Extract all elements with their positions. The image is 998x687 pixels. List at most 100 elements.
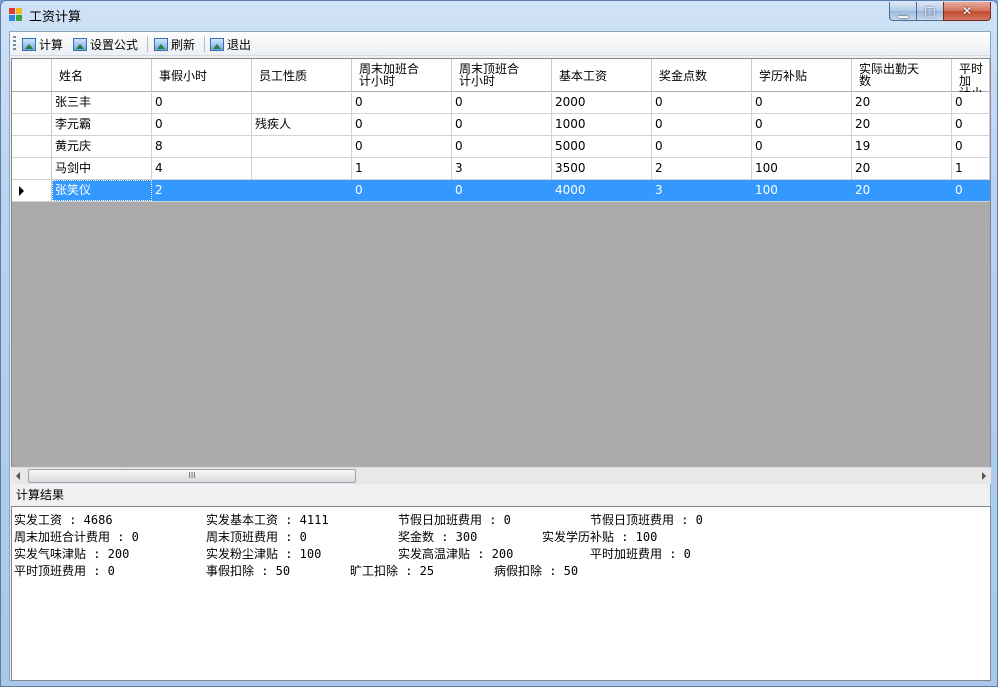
table-cell[interactable]: 0 bbox=[652, 114, 752, 135]
row-header[interactable] bbox=[12, 92, 52, 113]
client-area: 计算 设置公式 刷新 退出 姓名 事假小时 员工性质 周末加班合 计小时 周末顶班合 计… bbox=[9, 31, 991, 681]
current-row-arrow-icon bbox=[19, 186, 24, 196]
row-header[interactable] bbox=[12, 158, 52, 179]
table-cell[interactable]: 张笑仪 bbox=[52, 180, 152, 201]
table-cell[interactable]: 3500 bbox=[552, 158, 652, 179]
column-header[interactable]: 员工性质 bbox=[252, 59, 352, 92]
table-cell[interactable] bbox=[252, 136, 352, 157]
table-cell[interactable]: 0 bbox=[952, 92, 990, 113]
result-item: 实发学历补贴 : 100 bbox=[542, 530, 658, 544]
table-cell[interactable]: 1 bbox=[352, 158, 452, 179]
table-cell[interactable] bbox=[252, 158, 352, 179]
table-cell[interactable]: 0 bbox=[952, 114, 990, 135]
table-cell[interactable]: 2 bbox=[652, 158, 752, 179]
column-header[interactable]: 姓名 bbox=[52, 59, 152, 92]
table-cell[interactable]: 1 bbox=[952, 158, 990, 179]
table-cell[interactable]: 0 bbox=[652, 136, 752, 157]
table-cell[interactable]: 0 bbox=[152, 92, 252, 113]
table-cell[interactable]: 100 bbox=[752, 158, 852, 179]
table-cell[interactable]: 8 bbox=[152, 136, 252, 157]
row-header[interactable] bbox=[12, 114, 52, 135]
image-icon bbox=[210, 37, 224, 51]
horizontal-scrollbar[interactable]: III bbox=[11, 467, 991, 484]
table-row[interactable]: 李元霸 0 残疾人 0 0 1000 0 0 20 0 bbox=[12, 114, 990, 136]
table-cell[interactable]: 2 bbox=[152, 180, 252, 201]
table-row[interactable]: 张三丰 0 0 0 2000 0 0 20 0 bbox=[12, 92, 990, 114]
result-item: 奖金数 : 300 bbox=[398, 530, 478, 544]
result-item: 旷工扣除 : 25 bbox=[350, 564, 435, 578]
column-header[interactable]: 奖金点数 bbox=[652, 59, 752, 92]
exit-button[interactable]: 退出 bbox=[208, 34, 251, 54]
exit-label: 退出 bbox=[227, 37, 252, 52]
table-cell[interactable]: 0 bbox=[152, 114, 252, 135]
column-header[interactable]: 学历补贴 bbox=[752, 59, 852, 92]
calc-button[interactable]: 计算 bbox=[20, 34, 63, 54]
table-cell[interactable]: 3 bbox=[652, 180, 752, 201]
maximize-button[interactable]: □ bbox=[916, 2, 944, 21]
table-cell[interactable]: 残疾人 bbox=[252, 114, 352, 135]
toolbar-separator bbox=[147, 36, 148, 52]
table-cell[interactable]: 0 bbox=[652, 92, 752, 113]
table-cell[interactable]: 0 bbox=[452, 136, 552, 157]
table-cell[interactable]: 张三丰 bbox=[52, 92, 152, 113]
refresh-button[interactable]: 刷新 bbox=[152, 34, 195, 54]
table-cell[interactable]: 0 bbox=[452, 92, 552, 113]
table-cell[interactable]: 0 bbox=[352, 114, 452, 135]
table-row[interactable]: 黄元庆 8 0 0 5000 0 0 19 0 bbox=[12, 136, 990, 158]
grid-corner-header[interactable] bbox=[12, 59, 52, 91]
column-header[interactable]: 平时加 计小时 bbox=[952, 59, 990, 92]
set-formula-button[interactable]: 设置公式 bbox=[71, 34, 138, 54]
table-cell[interactable]: 0 bbox=[352, 92, 452, 113]
close-button[interactable]: ✕ bbox=[943, 2, 991, 21]
scroll-thumb[interactable]: III bbox=[28, 469, 356, 483]
table-cell[interactable]: 5000 bbox=[552, 136, 652, 157]
table-row[interactable]: 马剑中 4 1 3 3500 2 100 20 1 bbox=[12, 158, 990, 180]
table-row[interactable]: 张笑仪 2 0 0 4000 3 100 20 0 bbox=[12, 180, 990, 202]
result-item: 节假日加班费用 : 0 bbox=[398, 513, 511, 527]
table-cell[interactable]: 0 bbox=[452, 114, 552, 135]
table-cell[interactable]: 1000 bbox=[552, 114, 652, 135]
table-cell[interactable]: 2000 bbox=[552, 92, 652, 113]
table-cell[interactable]: 黄元庆 bbox=[52, 136, 152, 157]
table-cell[interactable]: 4 bbox=[152, 158, 252, 179]
table-cell[interactable]: 0 bbox=[352, 180, 452, 201]
column-header[interactable]: 实际出勤天 数 bbox=[852, 59, 952, 92]
close-icon: ✕ bbox=[961, 4, 973, 18]
image-icon bbox=[73, 37, 87, 51]
toolbar-grip-icon[interactable] bbox=[13, 36, 16, 52]
column-header[interactable]: 周末加班合 计小时 bbox=[352, 59, 452, 92]
table-cell[interactable]: 0 bbox=[352, 136, 452, 157]
table-cell[interactable]: 4000 bbox=[552, 180, 652, 201]
table-cell[interactable]: 0 bbox=[452, 180, 552, 201]
column-header[interactable]: 事假小时 bbox=[152, 59, 252, 92]
title-bar[interactable]: 工资计算 ▁ □ ✕ bbox=[1, 1, 997, 29]
row-header[interactable] bbox=[12, 180, 52, 201]
table-cell[interactable]: 0 bbox=[952, 136, 990, 157]
column-header[interactable]: 基本工资 bbox=[552, 59, 652, 92]
table-cell[interactable]: 0 bbox=[752, 136, 852, 157]
result-textbox[interactable]: 实发工资 : 4686 实发基本工资 : 4111 节假日加班费用 : 0 节假日顶班… bbox=[11, 506, 991, 681]
scroll-left-icon[interactable] bbox=[16, 472, 20, 480]
salary-data-grid[interactable]: 姓名 事假小时 员工性质 周末加班合 计小时 周末顶班合 计小时 基本工资 奖金点数 学历补贴… bbox=[11, 58, 991, 484]
table-cell[interactable]: 20 bbox=[852, 158, 952, 179]
app-icon bbox=[9, 8, 23, 22]
scroll-right-icon[interactable] bbox=[982, 472, 986, 480]
table-cell[interactable]: 20 bbox=[852, 180, 952, 201]
table-cell[interactable]: 20 bbox=[852, 92, 952, 113]
table-cell[interactable]: 100 bbox=[752, 180, 852, 201]
table-cell[interactable]: 3 bbox=[452, 158, 552, 179]
table-cell[interactable]: 20 bbox=[852, 114, 952, 135]
table-cell[interactable] bbox=[252, 92, 352, 113]
result-item: 周末加班合计费用 : 0 bbox=[14, 530, 139, 544]
row-header[interactable] bbox=[12, 136, 52, 157]
column-header[interactable]: 周末顶班合 计小时 bbox=[452, 59, 552, 92]
table-cell[interactable]: 马剑中 bbox=[52, 158, 152, 179]
minimize-button[interactable]: ▁ bbox=[889, 2, 917, 21]
grid-rows: 张三丰 0 0 0 2000 0 0 20 0 李元霸 0 残疾人 0 0 1000 0 0 20 0 黄元庆 8 0 0 5… bbox=[12, 92, 990, 202]
table-cell[interactable]: 0 bbox=[752, 92, 852, 113]
table-cell[interactable]: 0 bbox=[752, 114, 852, 135]
table-cell[interactable]: 0 bbox=[952, 180, 990, 201]
table-cell[interactable]: 李元霸 bbox=[52, 114, 152, 135]
table-cell[interactable]: 19 bbox=[852, 136, 952, 157]
table-cell[interactable] bbox=[252, 180, 352, 201]
